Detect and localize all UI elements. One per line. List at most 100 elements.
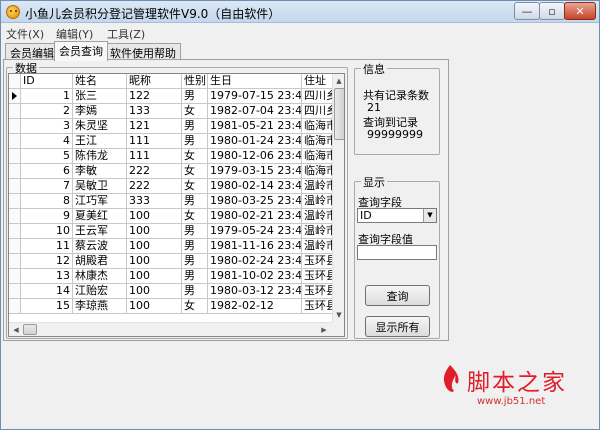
cell-gender[interactable]: 男 xyxy=(182,269,208,284)
query-field-select[interactable]: ID ▼ xyxy=(357,208,437,223)
cell-birthday[interactable]: 1979-05-24 23:45:40 xyxy=(208,224,302,239)
show-all-button[interactable]: 显示所有 xyxy=(365,316,430,337)
cell-nickname[interactable]: 111 xyxy=(127,149,182,164)
cell-nickname[interactable]: 222 xyxy=(127,179,182,194)
row-selector[interactable] xyxy=(9,254,21,269)
cell-gender[interactable]: 男 xyxy=(182,239,208,254)
cell-name[interactable]: 李敏 xyxy=(73,164,127,179)
horizontal-scroll-thumb[interactable] xyxy=(23,324,37,335)
query-value-input[interactable] xyxy=(357,245,437,260)
cell-gender[interactable]: 女 xyxy=(182,164,208,179)
cell-name[interactable]: 夏美红 xyxy=(73,209,127,224)
cell-gender[interactable]: 男 xyxy=(182,119,208,134)
row-selector[interactable] xyxy=(9,224,21,239)
cell-id[interactable]: 4 xyxy=(21,134,73,149)
scroll-left-icon[interactable]: ◀ xyxy=(10,324,22,336)
cell-nickname[interactable]: 100 xyxy=(127,284,182,299)
menu-file[interactable]: 文件(X) xyxy=(6,26,44,42)
cell-id[interactable]: 2 xyxy=(21,104,73,119)
cell-birthday[interactable]: 1980-02-14 23:45:40 xyxy=(208,179,302,194)
row-selector[interactable] xyxy=(9,194,21,209)
tab-member-edit[interactable]: 会员编辑 xyxy=(5,43,59,60)
row-selector[interactable] xyxy=(9,269,21,284)
cell-gender[interactable]: 男 xyxy=(182,254,208,269)
cell-nickname[interactable]: 121 xyxy=(127,119,182,134)
horizontal-scrollbar[interactable]: ◀ ▶ xyxy=(9,322,332,336)
close-button[interactable]: ✕ xyxy=(564,2,596,20)
cell-birthday[interactable]: 1980-12-06 23:45:40 xyxy=(208,149,302,164)
cell-address[interactable]: 临海市 xyxy=(302,134,332,149)
cell-address[interactable]: 四川乡 xyxy=(302,89,332,104)
cell-gender[interactable]: 女 xyxy=(182,299,208,314)
cell-birthday[interactable]: 1979-07-15 23:45:40 xyxy=(208,89,302,104)
cell-address[interactable]: 玉环县 xyxy=(302,269,332,284)
row-selector[interactable] xyxy=(9,164,21,179)
row-selector[interactable] xyxy=(9,209,21,224)
tab-help[interactable]: 软件使用帮助 xyxy=(105,43,181,60)
cell-nickname[interactable]: 100 xyxy=(127,254,182,269)
row-selector[interactable] xyxy=(9,239,21,254)
menu-edit[interactable]: 编辑(Y) xyxy=(56,26,93,42)
cell-name[interactable]: 李琼燕 xyxy=(73,299,127,314)
cell-id[interactable]: 9 xyxy=(21,209,73,224)
cell-id[interactable]: 8 xyxy=(21,194,73,209)
cell-nickname[interactable]: 111 xyxy=(127,134,182,149)
vertical-scrollbar[interactable]: ▲ ▼ xyxy=(332,74,344,322)
cell-name[interactable]: 陈伟龙 xyxy=(73,149,127,164)
row-selector[interactable] xyxy=(9,299,21,314)
title-bar[interactable]: 小鱼儿会员积分登记管理软件V9.0（自由软件） — ▫ ✕ xyxy=(1,1,599,23)
cell-nickname[interactable]: 100 xyxy=(127,269,182,284)
cell-nickname[interactable]: 100 xyxy=(127,239,182,254)
column-header-nickname[interactable]: 昵称 xyxy=(127,74,182,89)
minimize-button[interactable]: — xyxy=(514,2,540,20)
row-selector[interactable] xyxy=(9,179,21,194)
column-header-gender[interactable]: 性别 xyxy=(182,74,208,89)
column-header-birthday[interactable]: 生日 xyxy=(208,74,302,89)
cell-birthday[interactable]: 1982-02-12 xyxy=(208,299,302,314)
cell-nickname[interactable]: 222 xyxy=(127,164,182,179)
current-row-indicator-icon[interactable] xyxy=(9,89,21,104)
row-selector[interactable] xyxy=(9,134,21,149)
cell-name[interactable]: 李嫣 xyxy=(73,104,127,119)
scroll-down-icon[interactable]: ▼ xyxy=(333,309,344,321)
scroll-up-icon[interactable]: ▲ xyxy=(333,75,344,87)
cell-nickname[interactable]: 333 xyxy=(127,194,182,209)
cell-gender[interactable]: 女 xyxy=(182,209,208,224)
cell-id[interactable]: 10 xyxy=(21,224,73,239)
cell-name[interactable]: 江贻宏 xyxy=(73,284,127,299)
cell-name[interactable]: 朱灵坚 xyxy=(73,119,127,134)
cell-address[interactable]: 温岭市 xyxy=(302,224,332,239)
menu-tools[interactable]: 工具(Z) xyxy=(107,26,145,42)
cell-id[interactable]: 1 xyxy=(21,89,73,104)
chevron-down-icon[interactable]: ▼ xyxy=(423,209,436,222)
cell-nickname[interactable]: 100 xyxy=(127,224,182,239)
cell-nickname[interactable]: 100 xyxy=(127,299,182,314)
cell-nickname[interactable]: 100 xyxy=(127,209,182,224)
cell-name[interactable]: 蔡云波 xyxy=(73,239,127,254)
cell-id[interactable]: 13 xyxy=(21,269,73,284)
cell-address[interactable]: 四川乡 xyxy=(302,104,332,119)
cell-id[interactable]: 5 xyxy=(21,149,73,164)
cell-birthday[interactable]: 1979-03-15 23:45:40 xyxy=(208,164,302,179)
cell-id[interactable]: 14 xyxy=(21,284,73,299)
cell-gender[interactable]: 男 xyxy=(182,194,208,209)
cell-birthday[interactable]: 1982-07-04 23:45:40 xyxy=(208,104,302,119)
maximize-button[interactable]: ▫ xyxy=(539,2,565,20)
cell-nickname[interactable]: 133 xyxy=(127,104,182,119)
cell-id[interactable]: 3 xyxy=(21,119,73,134)
row-selector[interactable] xyxy=(9,284,21,299)
query-button[interactable]: 查询 xyxy=(365,285,430,306)
row-selector[interactable] xyxy=(9,104,21,119)
cell-address[interactable]: 临海市 xyxy=(302,119,332,134)
cell-id[interactable]: 6 xyxy=(21,164,73,179)
row-selector[interactable] xyxy=(9,119,21,134)
cell-birthday[interactable]: 1981-11-16 23:45:40 xyxy=(208,239,302,254)
cell-birthday[interactable]: 1980-02-21 23:45:40 xyxy=(208,209,302,224)
cell-gender[interactable]: 女 xyxy=(182,104,208,119)
cell-birthday[interactable]: 1980-01-24 23:45:40 xyxy=(208,134,302,149)
cell-address[interactable]: 温岭市 xyxy=(302,179,332,194)
cell-id[interactable]: 12 xyxy=(21,254,73,269)
cell-address[interactable]: 临海市 xyxy=(302,149,332,164)
column-header-name[interactable]: 姓名 xyxy=(73,74,127,89)
cell-gender[interactable]: 男 xyxy=(182,134,208,149)
